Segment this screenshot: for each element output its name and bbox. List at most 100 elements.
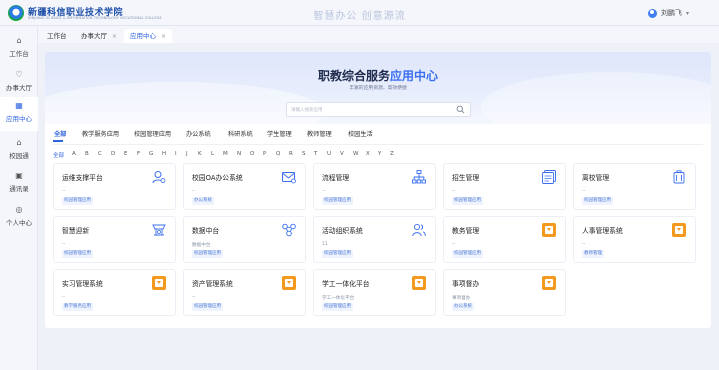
search-box <box>286 102 471 117</box>
category-teaching[interactable]: 教学服务应用 <box>82 129 119 138</box>
letter-filter-j[interactable]: J <box>186 151 188 157</box>
app-card-ops-platform[interactable]: 运维支撑平台 -- 校园管理应用 <box>53 163 176 210</box>
letter-filter-s[interactable]: S <box>302 151 306 157</box>
app-card-academic-affairs[interactable]: 教务管理 -- 校园管理应用 <box>443 216 566 263</box>
tab-bar: 工作台 办事大厅 × 应用中心 × <box>38 26 719 43</box>
sidebar: ⌂ 工作台 ♡ 办事大厅 ▦ 应用中心 ⌂ 校园通 ▣ 通讯录 ◎ 个人中心 <box>0 26 38 370</box>
close-icon[interactable]: × <box>161 33 166 40</box>
app-card-process-management[interactable]: 流程管理 -- 校园管理应用 <box>313 163 436 210</box>
app-card-description: 11 <box>322 242 328 247</box>
letter-filter-r[interactable]: R <box>289 151 293 157</box>
campus-icon: ⌂ <box>16 138 22 147</box>
letter-filter-c[interactable]: C <box>98 151 102 157</box>
search-icon[interactable] <box>456 105 465 114</box>
sidebar-item-service-hall[interactable]: ♡ 办事大厅 <box>0 66 38 96</box>
user-menu[interactable]: 刘鹏飞 ▾ <box>647 8 689 18</box>
category-campus-management[interactable]: 校园管理应用 <box>134 129 171 138</box>
data-hub-icon <box>282 223 296 237</box>
app-card-smart-welcome[interactable]: 智慧迎新 -- 校园管理应用 <box>53 216 176 263</box>
letter-filter-l[interactable]: L <box>211 151 214 157</box>
letter-filter-f[interactable]: F <box>137 151 140 157</box>
app-card-enrollment[interactable]: 招生管理 -- 校园管理应用 <box>443 163 566 210</box>
category-all[interactable]: 全部 <box>54 129 66 138</box>
category-teacher-management[interactable]: 教师管理 <box>307 129 332 138</box>
avatar-icon <box>647 8 657 18</box>
app-card-tag: 教学服务应用 <box>62 303 93 311</box>
letter-filter-w[interactable]: W <box>353 151 358 157</box>
app-card-title: 学工一体化平台 <box>322 280 370 288</box>
tab-service-hall[interactable]: 办事大厅 × <box>75 29 123 43</box>
letter-filter-v[interactable]: V <box>340 151 344 157</box>
letter-filter-b[interactable]: B <box>85 151 89 157</box>
user-icon: ◎ <box>15 205 23 214</box>
app-card-oa-system[interactable]: 校园OA办公系统 -- 办公系统 <box>183 163 306 210</box>
category-student-management[interactable]: 学生管理 <box>267 129 292 138</box>
chevron-down-icon: ▾ <box>685 9 689 17</box>
sidebar-item-campus[interactable]: ⌂ 校园通 <box>0 134 38 164</box>
sidebar-item-label: 工作台 <box>9 50 29 58</box>
letter-filter-o[interactable]: O <box>250 151 254 157</box>
letter-filter-q[interactable]: Q <box>276 151 280 157</box>
sidebar-item-workbench[interactable]: ⌂ 工作台 <box>0 32 38 62</box>
sidebar-item-personal-center[interactable]: ◎ 个人中心 <box>0 201 38 231</box>
app-card-data-hub[interactable]: 数据中台 数据中台 校园管理应用 <box>183 216 306 263</box>
app-card-student-affairs[interactable]: 学工一体化平台 学工一体化平台 校园管理应用 <box>313 269 436 316</box>
banner-subtitle: 丰富的应用资源，高效便捷 <box>349 86 407 91</box>
search-input[interactable] <box>291 105 451 115</box>
divider <box>53 144 703 145</box>
letter-filter-p[interactable]: P <box>263 151 266 157</box>
banner-title-highlight: 应用中心 <box>390 69 439 83</box>
tab-label: 应用中心 <box>130 32 156 40</box>
sidebar-item-label: 应用中心 <box>6 115 32 123</box>
sidebar-item-label: 办事大厅 <box>6 84 32 92</box>
app-card-activity-organization[interactable]: 活动组织系统 11 校园管理应用 <box>313 216 436 263</box>
category-office[interactable]: 办公系统 <box>186 129 211 138</box>
app-card-internship[interactable]: 实习管理系统 -- 教学服务应用 <box>53 269 176 316</box>
apps-icon: ▦ <box>15 101 23 110</box>
tab-app-center[interactable]: 应用中心 × <box>124 29 173 43</box>
letter-filter-k[interactable]: K <box>198 151 202 157</box>
letter-filter-z[interactable]: Z <box>390 151 394 157</box>
letter-filter-t[interactable]: T <box>314 151 317 157</box>
flow-chart-icon <box>412 170 426 184</box>
letter-filter-u[interactable]: U <box>327 151 331 157</box>
luggage-icon <box>673 170 685 184</box>
app-card-asset-management[interactable]: 资产管理系统 -- 校园管理应用 <box>183 269 306 316</box>
active-category-underline <box>53 140 63 142</box>
letter-filter-all[interactable]: 全部 <box>53 151 64 159</box>
category-campus-life[interactable]: 校园生活 <box>348 129 373 138</box>
close-icon[interactable]: × <box>112 33 117 40</box>
sidebar-item-label: 校园通 <box>9 152 29 160</box>
letter-filter-e[interactable]: E <box>124 151 127 157</box>
app-badge-icon <box>152 276 166 290</box>
letter-filter-x[interactable]: X <box>366 151 370 157</box>
sidebar-item-app-center[interactable]: ▦ 应用中心 <box>0 97 38 131</box>
app-card-description: -- <box>62 242 66 247</box>
app-card-leave-school[interactable]: 离校管理 -- 校园管理应用 <box>573 163 696 210</box>
app-card-description: -- <box>582 189 586 194</box>
people-icon <box>412 223 426 237</box>
tab-workbench[interactable]: 工作台 <box>41 29 73 43</box>
service-icon: ♡ <box>15 70 23 79</box>
app-card-title: 流程管理 <box>322 174 350 182</box>
letter-filter-y[interactable]: Y <box>378 151 381 157</box>
letter-filter-m[interactable]: M <box>223 151 228 157</box>
monitor-user-icon <box>152 171 166 184</box>
app-card-description: 数据中台 <box>192 243 211 248</box>
letter-filter-g[interactable]: G <box>149 151 153 157</box>
sidebar-item-contacts[interactable]: ▣ 通讯录 <box>0 167 38 197</box>
app-card-hr-system[interactable]: 人事管理系统 -- 教师管理 <box>573 216 696 263</box>
letter-filter-n[interactable]: N <box>237 151 241 157</box>
letter-filter-d[interactable]: D <box>111 151 115 157</box>
letter-filter-h[interactable]: H <box>162 151 166 157</box>
app-card-task-supervision[interactable]: 事项督办 事项督办 办公系统 <box>443 269 566 316</box>
header-slogan: 智慧办公 创意源流 <box>313 11 406 22</box>
letter-filter-a[interactable]: A <box>72 151 76 157</box>
top-bar: 新疆科信职业技术学院 XINJIANG SCIENCE & INFORMATIO… <box>0 0 719 26</box>
app-card-description: -- <box>62 189 66 194</box>
app-card-description: -- <box>192 295 196 300</box>
app-card-title: 智慧迎新 <box>62 227 90 235</box>
category-research[interactable]: 科研系统 <box>228 129 253 138</box>
app-card-description: 学工一体化平台 <box>322 296 355 301</box>
letter-filter-i[interactable]: I <box>175 151 177 157</box>
